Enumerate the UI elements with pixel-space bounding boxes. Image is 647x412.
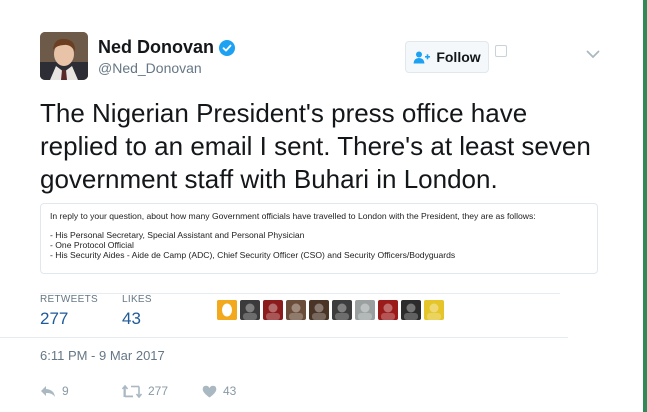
- reply-button[interactable]: 9: [40, 384, 69, 398]
- chevron-down-icon[interactable]: [586, 50, 600, 59]
- tweet-timestamp[interactable]: 6:11 PM - 9 Mar 2017: [40, 348, 165, 363]
- attachment-line: - One Protocol Official: [50, 240, 134, 250]
- add-user-icon: [413, 51, 431, 63]
- follow-button[interactable]: Follow: [405, 41, 489, 73]
- liker-avatar[interactable]: [286, 300, 306, 320]
- retweet-count: 277: [148, 384, 169, 398]
- follow-button-label: Follow: [436, 49, 481, 65]
- author-name-row: Ned Donovan: [98, 37, 236, 58]
- attached-image[interactable]: In reply to your question, about how man…: [40, 203, 598, 274]
- retweet-button[interactable]: 277: [122, 384, 168, 398]
- author-display-name[interactable]: Ned Donovan: [98, 37, 214, 58]
- verified-badge-icon: [219, 39, 236, 56]
- attachment-intro: In reply to your question, about how man…: [50, 211, 536, 221]
- retweets-label: RETWEETS: [40, 294, 98, 305]
- reply-count: 9: [62, 384, 69, 398]
- liker-avatar[interactable]: [401, 300, 421, 320]
- page-edge-bar: [643, 0, 647, 412]
- notifications-icon[interactable]: [495, 45, 507, 57]
- tweet-stats: RETWEETS 277 LIKES 43: [40, 293, 560, 328]
- retweets-count: 277: [40, 309, 69, 328]
- like-button[interactable]: 43: [202, 384, 236, 398]
- liker-avatar[interactable]: [355, 300, 375, 320]
- liker-avatars: [217, 300, 444, 320]
- liker-avatar[interactable]: [378, 300, 398, 320]
- divider: [0, 337, 568, 338]
- retweet-icon: [122, 384, 142, 398]
- author-handle[interactable]: @Ned_Donovan: [98, 60, 202, 76]
- likes-stat[interactable]: LIKES 43: [122, 294, 152, 329]
- liker-avatar[interactable]: [263, 300, 283, 320]
- attachment-line: - His Security Aides - Aide de Camp (ADC…: [50, 250, 456, 260]
- reply-icon: [41, 385, 55, 397]
- like-count: 43: [223, 384, 237, 398]
- likes-label: LIKES: [122, 294, 152, 305]
- retweets-stat[interactable]: RETWEETS 277: [40, 294, 98, 329]
- liker-avatar[interactable]: [240, 300, 260, 320]
- tweet-actions: 9 277 43: [40, 383, 260, 402]
- liker-avatar[interactable]: [424, 300, 444, 320]
- liker-avatar[interactable]: [217, 300, 237, 320]
- liker-avatar[interactable]: [332, 300, 352, 320]
- heart-icon: [202, 385, 217, 397]
- liker-avatar[interactable]: [309, 300, 329, 320]
- attachment-line: - His Personal Secretary, Special Assist…: [50, 230, 305, 240]
- likes-count: 43: [122, 309, 141, 328]
- avatar[interactable]: [40, 32, 88, 80]
- tweet-text: The Nigerian President's press office ha…: [40, 98, 591, 194]
